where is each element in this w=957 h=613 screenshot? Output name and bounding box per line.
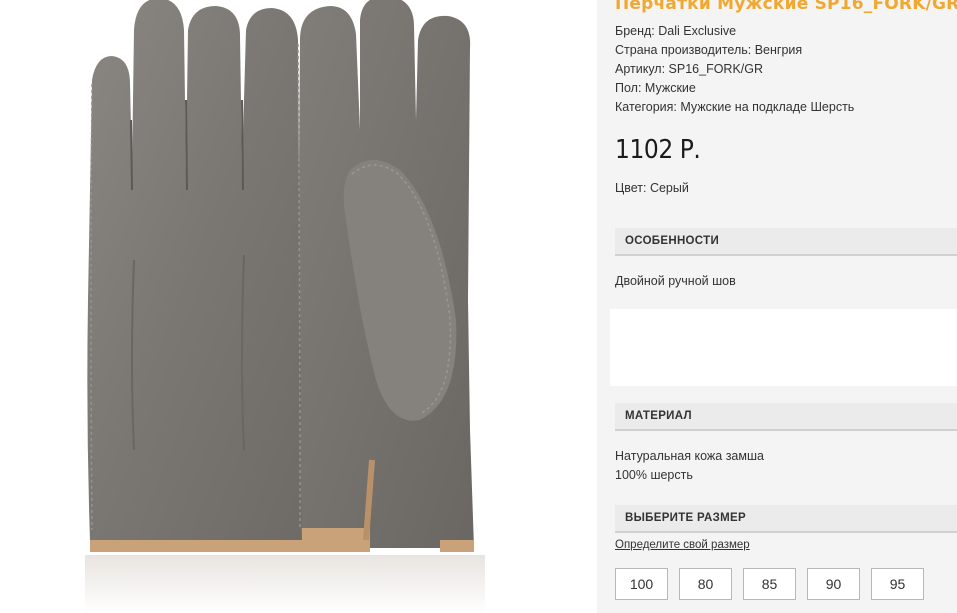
size-options: 100 80 85 90 95 bbox=[615, 568, 924, 600]
spec-country: Страна производитель: Венгрия bbox=[615, 43, 803, 57]
size-option-85[interactable]: 85 bbox=[743, 568, 796, 600]
features-header: ОСОБЕННОСТИ bbox=[615, 228, 957, 256]
spec-brand: Бренд: Dali Exclusive bbox=[615, 24, 737, 38]
spec-gender: Пол: Мужские bbox=[615, 81, 696, 95]
size-option-90[interactable]: 90 bbox=[807, 568, 860, 600]
features-text: Двойной ручной шов bbox=[615, 274, 736, 288]
product-page: Перчатки Мужские SP16_FORK/GR Бренд: Dal… bbox=[0, 0, 957, 613]
material-line-2: 100% шерсть bbox=[615, 468, 693, 482]
material-line-1: Натуральная кожа замша bbox=[615, 449, 764, 463]
features-header-label: ОСОБЕННОСТИ bbox=[625, 235, 720, 247]
features-spacer bbox=[610, 309, 957, 386]
material-header-label: МАТЕРИАЛ bbox=[625, 410, 692, 422]
product-title: Перчатки Мужские SP16_FORK/GR bbox=[615, 0, 957, 14]
product-price: 1102 Р. bbox=[615, 135, 701, 165]
size-guide-link[interactable]: Определите свой размер bbox=[615, 539, 750, 551]
product-color: Цвет: Серый bbox=[615, 181, 689, 195]
size-option-100[interactable]: 100 bbox=[615, 568, 668, 600]
size-header-label: ВЫБЕРИТЕ РАЗМЕР bbox=[625, 512, 746, 524]
size-option-95[interactable]: 95 bbox=[871, 568, 924, 600]
product-info-panel: Перчатки Мужские SP16_FORK/GR Бренд: Dal… bbox=[597, 0, 957, 613]
size-header: ВЫБЕРИТЕ РАЗМЕР bbox=[615, 505, 957, 533]
gloves-image bbox=[85, 0, 485, 613]
product-specs: Бренд: Dali Exclusive Страна производите… bbox=[615, 22, 854, 117]
spec-category: Категория: Мужские на подкладе Шерсть bbox=[615, 100, 855, 114]
size-option-80[interactable]: 80 bbox=[679, 568, 732, 600]
material-header: МАТЕРИАЛ bbox=[615, 403, 957, 431]
spec-article: Артикул: SP16_FORK/GR bbox=[615, 62, 764, 76]
product-image[interactable] bbox=[0, 0, 597, 613]
